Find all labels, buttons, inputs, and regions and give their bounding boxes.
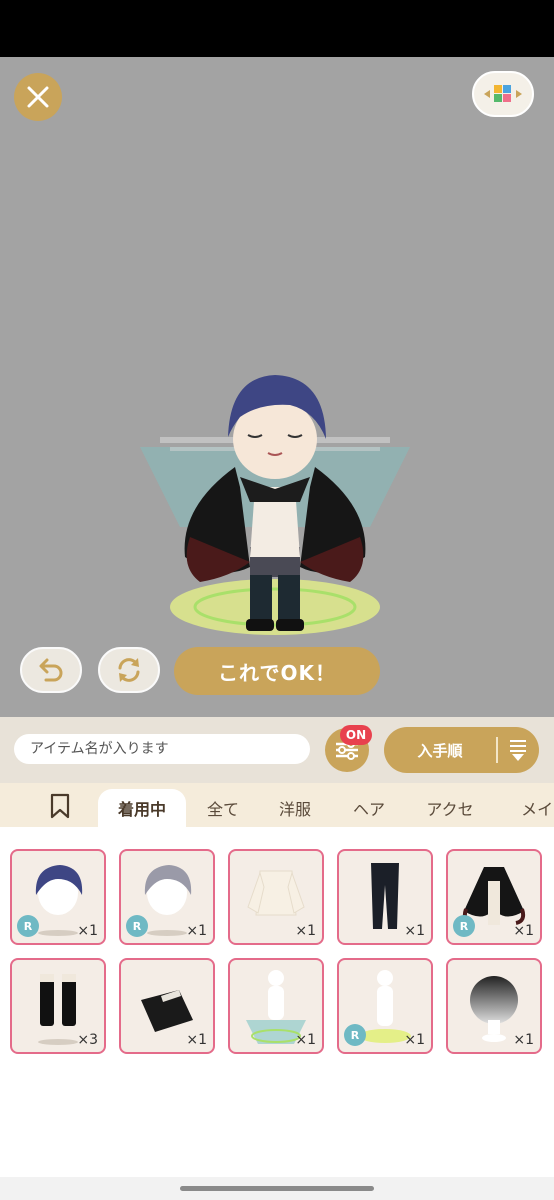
rarity-badge: R [126,915,148,937]
item-card[interactable]: ×1 [228,958,324,1054]
refresh-icon [118,658,140,682]
preview-stage: これでOK！ [0,57,554,717]
item-count: ×1 [513,923,534,939]
item-count: ×1 [295,1032,316,1048]
filter-on-badge: ON [340,725,372,745]
tab-makeup[interactable]: メイク [510,789,554,827]
item-card[interactable]: R ×1 [119,849,215,945]
sort-label: 入手順 [417,741,463,760]
layout-toggle-button[interactable] [472,71,534,117]
item-count: ×1 [295,923,316,939]
item-card[interactable]: R ×1 [337,958,433,1054]
undo-button[interactable] [20,647,82,693]
tab-wearing[interactable]: 着用中 [98,789,186,827]
item-name-input[interactable] [14,734,310,764]
item-count: ×1 [186,923,207,939]
confirm-ok-button[interactable]: これでOK！ [174,647,380,695]
sort-button[interactable]: 入手順 [384,727,539,773]
home-indicator [0,1177,554,1200]
rarity-badge: R [17,915,39,937]
avatar-preview [140,375,410,635]
sort-divider [496,737,498,763]
tab-hair[interactable]: ヘア [342,789,396,827]
rarity-badge: R [344,1024,366,1046]
item-card[interactable]: ×3 [10,958,106,1054]
close-button[interactable] [14,73,62,121]
item-card[interactable]: R ×1 [446,849,542,945]
tab-accessory[interactable]: アクセ [416,789,484,827]
reset-button[interactable] [98,647,160,693]
undo-icon [39,658,63,682]
item-count: ×1 [404,1032,425,1048]
grid-color-icon [484,85,522,102]
category-tabs: 着用中 全て 洋服 ヘア アクセ メイク [0,783,554,827]
item-count: ×1 [404,923,425,939]
item-grid: R ×1 R ×1 ×1 ×1 R ×1 ×3 ×1 ×1 R ×1 ×1 [0,827,554,1177]
sort-order-icon[interactable] [506,737,530,763]
tab-clothes[interactable]: 洋服 [268,789,322,827]
close-icon [27,86,49,108]
item-count: ×1 [513,1032,534,1048]
home-bar[interactable] [180,1186,374,1191]
item-card[interactable]: ×1 [337,849,433,945]
item-card[interactable]: ×1 [228,849,324,945]
rarity-badge: R [453,915,475,937]
item-card[interactable]: ×1 [446,958,542,1054]
item-card[interactable]: ×1 [119,958,215,1054]
item-count: ×1 [186,1032,207,1048]
status-bar [0,0,554,57]
tab-all[interactable]: 全て [198,789,248,827]
item-count: ×1 [77,923,98,939]
item-count: ×3 [77,1032,98,1048]
item-toolbar: ON 入手順 [0,717,554,783]
item-card[interactable]: R ×1 [10,849,106,945]
bookmark-icon[interactable] [48,793,72,819]
